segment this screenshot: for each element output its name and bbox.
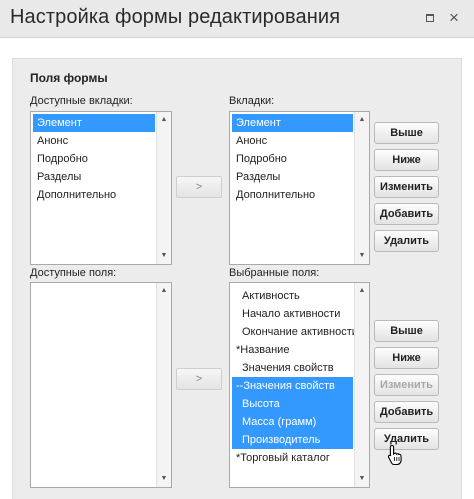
list-item[interactable]: Дополнительно bbox=[232, 186, 353, 204]
available-fields-label: Доступные поля: bbox=[30, 267, 117, 279]
list-item[interactable]: Анонс bbox=[33, 132, 155, 150]
scroll-down-icon[interactable]: ▼ bbox=[157, 249, 171, 263]
tabs-label: Вкладки: bbox=[229, 95, 275, 107]
list-item[interactable]: --Значения свойств bbox=[232, 377, 353, 395]
add-tab-to-form-button[interactable]: > bbox=[176, 176, 222, 198]
scroll-down-icon[interactable]: ▼ bbox=[355, 472, 369, 486]
dialog-title: Настройка формы редактирования bbox=[10, 6, 341, 28]
scroll-up-icon[interactable]: ▲ bbox=[157, 113, 171, 127]
list-item[interactable]: Окончание активности bbox=[232, 323, 358, 341]
list-item[interactable]: Разделы bbox=[33, 168, 155, 186]
tab-move-up-button[interactable]: Выше bbox=[374, 122, 439, 144]
available-tabs-list[interactable]: Элемент Анонс Подробно Разделы Дополнительно… bbox=[30, 111, 172, 265]
field-delete-button[interactable]: Удалить bbox=[374, 428, 439, 450]
scroll-up-icon[interactable]: ▲ bbox=[157, 284, 171, 298]
scroll-up-icon[interactable]: ▲ bbox=[355, 284, 369, 298]
tab-delete-button[interactable]: Удалить bbox=[374, 230, 439, 252]
hand-cursor-icon bbox=[387, 444, 402, 466]
dialog-titlebar[interactable]: Настройка формы редактирования × bbox=[0, 0, 474, 38]
list-item[interactable]: Разделы bbox=[232, 168, 353, 186]
scroll-down-icon[interactable]: ▼ bbox=[157, 472, 171, 486]
list-item[interactable]: Анонс bbox=[232, 132, 353, 150]
tab-move-down-button[interactable]: Ниже bbox=[374, 149, 439, 171]
edit-form-settings-dialog: Настройка формы редактирования × Поля фо… bbox=[0, 0, 474, 499]
tab-add-button[interactable]: Добавить bbox=[374, 203, 439, 225]
field-edit-button[interactable]: Изменить bbox=[374, 374, 439, 396]
scroll-up-icon[interactable]: ▲ bbox=[355, 113, 369, 127]
list-item[interactable]: Подробно bbox=[232, 150, 353, 168]
field-add-button[interactable]: Добавить bbox=[374, 401, 439, 423]
tab-edit-button[interactable]: Изменить bbox=[374, 176, 439, 198]
list-item[interactable]: Элемент bbox=[33, 114, 155, 132]
list-item[interactable]: Дополнительно bbox=[33, 186, 155, 204]
list-item[interactable]: Значения свойств bbox=[232, 359, 353, 377]
list-item[interactable]: Подробно bbox=[33, 150, 155, 168]
list-item[interactable]: Элемент bbox=[232, 114, 353, 132]
list-item[interactable]: Производитель bbox=[232, 431, 353, 449]
field-move-down-button[interactable]: Ниже bbox=[374, 347, 439, 369]
add-field-to-form-button[interactable]: > bbox=[176, 368, 222, 390]
selected-fields-label: Выбранные поля: bbox=[229, 267, 320, 279]
close-icon[interactable]: × bbox=[446, 9, 462, 26]
scrollbar[interactable]: ▲ ▼ bbox=[156, 283, 171, 487]
scrollbar[interactable]: ▲ ▼ bbox=[354, 283, 369, 487]
list-item[interactable]: *Торговый каталог bbox=[232, 449, 353, 467]
available-tabs-label: Доступные вкладки: bbox=[30, 95, 133, 107]
section-title: Поля формы bbox=[30, 71, 108, 85]
field-move-up-button[interactable]: Выше bbox=[374, 320, 439, 342]
list-item[interactable]: Масса (грамм) bbox=[232, 413, 353, 431]
scroll-down-icon[interactable]: ▼ bbox=[355, 249, 369, 263]
selected-fields-list[interactable]: Активность Начало активности Окончание акт… bbox=[229, 282, 370, 488]
list-item[interactable]: Активность bbox=[232, 287, 353, 305]
tabs-list[interactable]: Элемент Анонс Подробно Разделы Дополнительно… bbox=[229, 111, 370, 265]
list-item[interactable]: Высота bbox=[232, 395, 353, 413]
maximize-icon[interactable] bbox=[422, 10, 438, 26]
scrollbar[interactable]: ▲ ▼ bbox=[354, 112, 369, 264]
list-item[interactable]: Начало активности bbox=[232, 305, 353, 323]
list-item[interactable]: *Название bbox=[232, 341, 353, 359]
available-fields-list[interactable]: ▲ ▼ bbox=[30, 282, 172, 488]
scrollbar[interactable]: ▲ ▼ bbox=[156, 112, 171, 264]
